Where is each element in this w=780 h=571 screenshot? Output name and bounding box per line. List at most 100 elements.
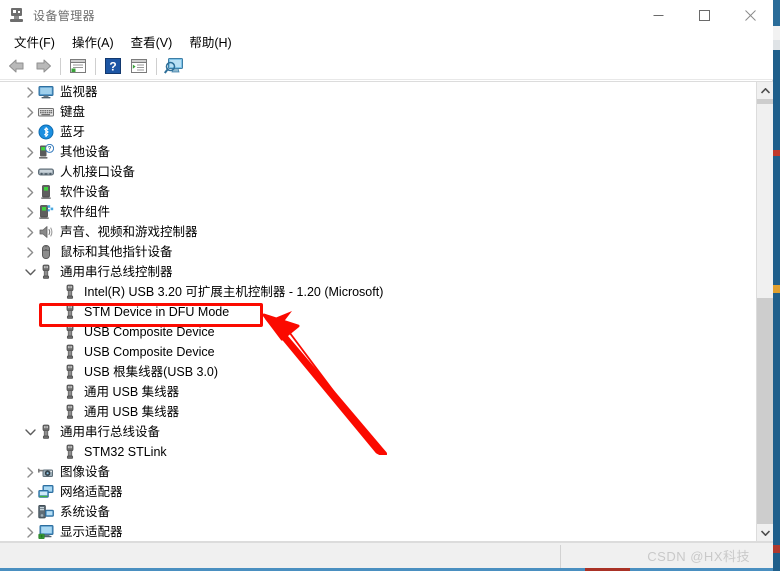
usb-icon	[62, 284, 78, 300]
tree-item[interactable]: USB Composite Device	[0, 322, 756, 342]
hid-device-icon	[38, 164, 54, 180]
tree-item-label: 系统设备	[60, 505, 111, 519]
chevron-right-icon[interactable]	[22, 522, 38, 541]
device-tree[interactable]: 监视器键盘蓝牙 ? 其他设备 人机接口设备 软件设备软件组件声音、视频和游戏控制器鼠标和…	[0, 82, 756, 541]
help-button[interactable]: ?	[100, 54, 126, 78]
display-adapter-icon	[38, 524, 54, 540]
chevron-right-icon[interactable]	[22, 502, 38, 522]
chevron-right-icon[interactable]	[22, 462, 38, 482]
chevron-right-icon[interactable]	[22, 242, 38, 262]
tree-item[interactable]: 图像设备	[0, 462, 756, 482]
chevron-down-icon[interactable]	[22, 422, 38, 442]
tree-item[interactable]: 显示适配器	[0, 522, 756, 541]
properties-window-icon	[70, 59, 86, 73]
window-title: 设备管理器	[33, 8, 96, 23]
tree-item[interactable]: 监视器	[0, 82, 756, 102]
chevron-right-icon[interactable]	[22, 162, 38, 182]
unknown-device-icon: ?	[38, 143, 55, 160]
chevron-right-icon	[26, 506, 33, 518]
question-mark-icon: ?	[105, 58, 121, 74]
chevron-right-icon[interactable]	[22, 482, 38, 502]
chevron-right-icon[interactable]	[22, 82, 38, 102]
tree-item[interactable]: 软件设备	[0, 182, 756, 202]
tree-item-label: 蓝牙	[60, 125, 86, 139]
tree-item-label: 声音、视频和游戏控制器	[60, 225, 198, 239]
background-window-accent-1	[773, 150, 780, 156]
scroll-thumb[interactable]	[757, 104, 773, 298]
vertical-scrollbar[interactable]	[756, 82, 773, 541]
usb-icon	[38, 264, 54, 280]
chevron-right-icon	[26, 186, 33, 198]
minimize-button[interactable]	[635, 0, 681, 30]
network-adapter-icon	[38, 484, 54, 500]
tree-item[interactable]: 通用串行总线控制器	[0, 262, 756, 282]
software-component-icon	[38, 204, 54, 220]
tree-item[interactable]: 网络适配器	[0, 482, 756, 502]
scan-monitor-icon	[164, 58, 183, 74]
maximize-button[interactable]	[681, 0, 727, 30]
tree-item[interactable]: STM32 STLink	[0, 442, 756, 462]
chevron-right-icon[interactable]	[22, 102, 38, 122]
background-window-accent-3	[773, 545, 780, 553]
tree-item[interactable]: STM Device in DFU Mode	[0, 302, 756, 322]
tree-item-label: STM32 STLink	[84, 445, 167, 459]
tree-item[interactable]: 通用串行总线设备	[0, 422, 756, 442]
usb-icon	[62, 444, 78, 460]
tree-item-label: 通用 USB 集线器	[84, 385, 180, 399]
update-driver-button[interactable]	[126, 54, 152, 78]
close-button[interactable]	[727, 0, 773, 30]
titlebar[interactable]: 设备管理器	[0, 0, 773, 30]
background-window-edge[interactable]	[773, 0, 780, 571]
chevron-down-icon[interactable]	[22, 262, 38, 282]
menu-help[interactable]: 帮助(H)	[182, 30, 238, 53]
chevron-right-icon[interactable]	[22, 202, 38, 222]
chevron-right-icon	[26, 106, 33, 118]
tree-item-label: 网络适配器	[60, 485, 123, 499]
scan-hardware-button[interactable]	[161, 54, 187, 78]
back-button[interactable]	[4, 54, 30, 78]
tree-item[interactable]: 通用 USB 集线器	[0, 402, 756, 422]
chevron-right-icon[interactable]	[22, 142, 38, 162]
tree-item-label: 软件组件	[60, 205, 111, 219]
chevron-down-icon	[24, 428, 36, 435]
tree-item[interactable]: 声音、视频和游戏控制器	[0, 222, 756, 242]
tree-item[interactable]: USB Composite Device	[0, 342, 756, 362]
tree-item-label: 键盘	[60, 105, 86, 119]
forward-button[interactable]	[30, 54, 56, 78]
tree-item[interactable]: ? 其他设备	[0, 142, 756, 162]
maximize-icon	[698, 9, 710, 21]
toolbar-separator	[60, 57, 61, 75]
background-window-titlebar	[773, 0, 780, 26]
tree-item[interactable]: 软件组件	[0, 202, 756, 222]
device-manager-icon	[9, 7, 25, 23]
system-device-icon	[38, 504, 54, 520]
scroll-up-arrow-icon	[760, 87, 770, 94]
device-tree-panel: 监视器键盘蓝牙 ? 其他设备 人机接口设备 软件设备软件组件声音、视频和游戏控制器鼠标和…	[0, 81, 773, 542]
properties-button[interactable]	[65, 54, 91, 78]
usb-icon	[62, 364, 78, 380]
menu-view[interactable]: 查看(V)	[124, 30, 180, 53]
tree-item-label: USB Composite Device	[84, 325, 215, 339]
toolbar-separator	[156, 57, 157, 75]
window-play-icon	[131, 59, 147, 73]
chevron-right-icon[interactable]	[22, 182, 38, 202]
scroll-down-button[interactable]	[757, 524, 773, 541]
tree-item[interactable]: 系统设备	[0, 502, 756, 522]
tree-item[interactable]: 通用 USB 集线器	[0, 382, 756, 402]
menu-action[interactable]: 操作(A)	[65, 30, 121, 53]
tree-item[interactable]: 鼠标和其他指针设备	[0, 242, 756, 262]
chevron-right-icon[interactable]	[22, 122, 38, 142]
menu-file[interactable]: 文件(F)	[7, 30, 62, 53]
tree-item[interactable]: 蓝牙	[0, 122, 756, 142]
scroll-up-button[interactable]	[757, 82, 773, 99]
chevron-right-icon	[26, 206, 33, 218]
tree-item[interactable]: USB 根集线器(USB 3.0)	[0, 362, 756, 382]
chevron-down-icon	[24, 268, 36, 275]
chevron-right-icon[interactable]	[22, 222, 38, 242]
tree-item[interactable]: 键盘	[0, 102, 756, 122]
tree-item[interactable]: 人机接口设备	[0, 162, 756, 182]
tree-item[interactable]: Intel(R) USB 3.20 可扩展主机控制器 - 1.20 (Micro…	[0, 282, 756, 302]
tree-item-label: 图像设备	[60, 465, 111, 479]
chevron-right-icon	[26, 486, 33, 498]
device-manager-screenshot: 设备管理器 文件(F) 操作(A) 查看(V) 帮助(H) ? 监视器 键盘 蓝…	[0, 0, 780, 571]
